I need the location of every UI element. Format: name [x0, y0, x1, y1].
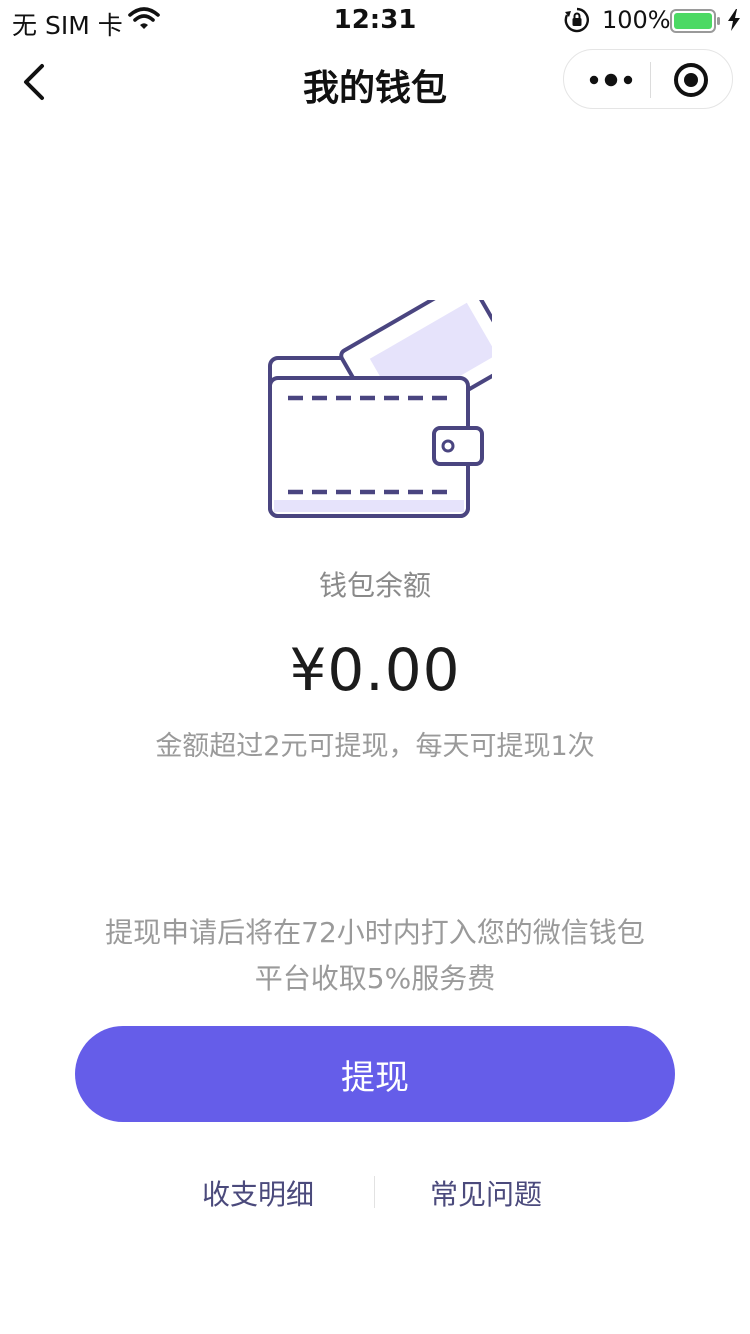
link-divider	[374, 1176, 375, 1208]
wallet-icon	[262, 278, 517, 522]
notice-line: 提现申请后将在72小时内打入您的微信钱包	[105, 916, 645, 949]
charging-bolt-icon	[727, 9, 741, 35]
target-icon[interactable]	[672, 61, 710, 99]
footer-links: 收支明细 常见问题	[0, 1170, 750, 1214]
balance-amount: ¥0.00	[289, 636, 461, 704]
notice-line: 平台收取5%服务费	[254, 962, 496, 995]
nav-bar: 我的钱包	[0, 44, 750, 122]
more-dots-icon[interactable]	[582, 64, 642, 96]
mini-program-capsule	[563, 49, 733, 109]
capsule-divider	[650, 62, 651, 98]
status-bar: 无 SIM 卡 12:31 100%	[0, 0, 750, 40]
battery-percent: 100%	[602, 6, 671, 34]
transaction-details-link[interactable]: 收支明细	[202, 1173, 314, 1213]
withdraw-notice: 提现申请后将在72小时内打入您的微信钱包 平台收取5%服务费	[0, 910, 750, 1002]
withdraw-hint: 金额超过2元可提现，每天可提现1次	[155, 731, 595, 762]
battery-icon	[670, 9, 722, 37]
orientation-lock-icon	[564, 7, 590, 37]
faq-link[interactable]: 常见问题	[430, 1173, 542, 1213]
withdraw-button[interactable]: 提现	[75, 1026, 675, 1122]
balance-label: 钱包余额	[318, 569, 431, 602]
